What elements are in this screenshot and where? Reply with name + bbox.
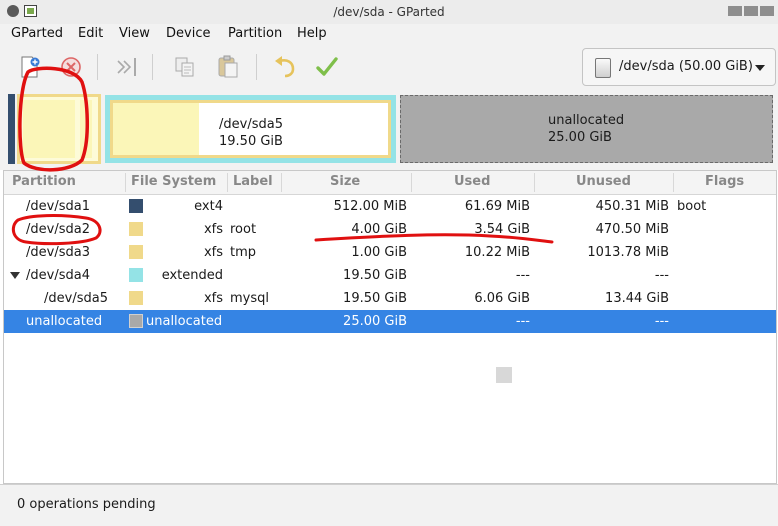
table-row-selected[interactable]: unallocated unallocated 25.00 GiB --- --…: [4, 310, 776, 333]
window-title: /dev/sda - GParted: [333, 5, 445, 19]
resize-move-icon[interactable]: [114, 54, 140, 80]
close-window-button[interactable]: [760, 6, 774, 16]
table-header: Partition File System Label Size Used Un…: [4, 171, 776, 195]
cell-used: ---: [515, 268, 530, 283]
cell-size: 512.00 MiB: [333, 199, 407, 214]
cell-used: 6.06 GiB: [474, 291, 530, 306]
cell-filesystem: xfs: [203, 245, 223, 260]
cell-partition: /dev/sda5: [44, 291, 108, 306]
apply-icon[interactable]: [314, 54, 340, 80]
minimize-button[interactable]: [728, 6, 742, 16]
menu-partition[interactable]: Partition: [228, 26, 282, 41]
table-row[interactable]: /dev/sda4 extended 19.50 GiB --- ---: [4, 264, 776, 287]
cell-unused: 13.44 GiB: [605, 291, 669, 306]
table-row[interactable]: /dev/sda3 xfs tmp 1.00 GiB 10.22 MiB 101…: [4, 241, 776, 264]
cell-unused: 470.50 MiB: [595, 222, 669, 237]
fs-color-swatch: [129, 199, 143, 213]
title-bar: /dev/sda - GParted: [0, 0, 778, 25]
fs-color-swatch: [129, 245, 143, 259]
menu-edit[interactable]: Edit: [78, 26, 103, 41]
disk-icon: [595, 58, 611, 78]
cell-unused: ---: [654, 314, 669, 329]
cell-label: mysql: [230, 291, 269, 306]
disk-map-sda5-name: /dev/sda5: [219, 117, 283, 132]
disk-map-unallocated[interactable]: unallocated 25.00 GiB: [400, 95, 773, 163]
device-selector[interactable]: /dev/sda (50.00 GiB): [582, 48, 776, 86]
fs-color-swatch: [129, 222, 143, 236]
menu-device[interactable]: Device: [166, 26, 210, 41]
menu-gparted[interactable]: GParted: [11, 26, 63, 41]
table-row[interactable]: /dev/sda5 xfs mysql 19.50 GiB 6.06 GiB 1…: [4, 287, 776, 310]
column-flags[interactable]: Flags: [705, 174, 744, 189]
maximize-button[interactable]: [744, 6, 758, 16]
fs-color-swatch: [129, 268, 143, 282]
operations-pending-text: 0 operations pending: [17, 497, 156, 512]
toolbar-separator: [152, 54, 153, 80]
column-file-system[interactable]: File System: [131, 174, 216, 189]
disk-map-sda1[interactable]: [8, 94, 15, 164]
cell-filesystem: unallocated: [146, 314, 223, 329]
disk-map-sda4-extended[interactable]: /dev/sda5 19.50 GiB: [105, 95, 396, 163]
menu-bar: GParted Edit View Device Partition Help: [0, 24, 778, 46]
disk-map-unallocated-name: unallocated: [548, 113, 625, 128]
cell-label: root: [230, 222, 257, 237]
cell-size: 19.50 GiB: [343, 268, 407, 283]
cell-size: 1.00 GiB: [351, 245, 407, 260]
cell-partition: /dev/sda4: [26, 268, 90, 283]
cell-partition: /dev/sda2: [26, 222, 90, 237]
column-size[interactable]: Size: [330, 174, 360, 189]
device-selector-label: /dev/sda (50.00 GiB): [619, 59, 753, 74]
partition-table: Partition File System Label Size Used Un…: [3, 170, 777, 484]
cell-used: 3.54 GiB: [474, 222, 530, 237]
cell-used: ---: [515, 314, 530, 329]
cell-unused: 450.31 MiB: [595, 199, 669, 214]
cell-filesystem: extended: [161, 268, 223, 283]
column-used[interactable]: Used: [454, 174, 490, 189]
chevron-down-icon: [755, 65, 765, 71]
disk-map-sda5[interactable]: /dev/sda5 19.50 GiB: [110, 100, 391, 158]
cell-size: 25.00 GiB: [343, 314, 407, 329]
cell-flags: boot: [677, 199, 707, 214]
expander-arrow-icon[interactable]: [10, 272, 20, 279]
cell-unused: 1013.78 MiB: [587, 245, 669, 260]
new-icon[interactable]: [17, 54, 43, 80]
cell-size: 4.00 GiB: [351, 222, 407, 237]
column-partition[interactable]: Partition: [12, 174, 76, 189]
disk-map-unallocated-size: 25.00 GiB: [548, 130, 612, 145]
cell-partition: unallocated: [26, 314, 103, 329]
fs-color-swatch: [129, 291, 143, 305]
fs-color-swatch: [129, 314, 143, 328]
cell-unused: ---: [654, 268, 669, 283]
undo-icon[interactable]: [272, 54, 298, 80]
toolbar-separator: [256, 54, 257, 80]
delete-icon[interactable]: [58, 54, 84, 80]
table-row[interactable]: /dev/sda1 ext4 512.00 MiB 61.69 MiB 450.…: [4, 195, 776, 218]
column-label[interactable]: Label: [233, 174, 273, 189]
cell-filesystem: xfs: [203, 222, 223, 237]
cell-size: 19.50 GiB: [343, 291, 407, 306]
menu-view[interactable]: View: [119, 26, 150, 41]
cell-partition: /dev/sda1: [26, 199, 90, 214]
toolbar-separator: [97, 54, 98, 80]
cell-used: 61.69 MiB: [464, 199, 530, 214]
cell-label: tmp: [230, 245, 257, 260]
drag-handle-icon[interactable]: [496, 367, 512, 383]
disk-map-sda2-sda3[interactable]: [17, 94, 101, 164]
cell-used: 10.22 MiB: [464, 245, 530, 260]
cell-filesystem: ext4: [194, 199, 223, 214]
status-bar: 0 operations pending: [0, 484, 778, 526]
copy-icon[interactable]: [172, 54, 198, 80]
cell-partition: /dev/sda3: [26, 245, 90, 260]
menu-help[interactable]: Help: [297, 26, 327, 41]
cell-filesystem: xfs: [203, 291, 223, 306]
disk-map-sda5-size: 19.50 GiB: [219, 134, 283, 149]
column-unused[interactable]: Unused: [576, 174, 631, 189]
paste-icon[interactable]: [215, 54, 241, 80]
table-row[interactable]: /dev/sda2 xfs root 4.00 GiB 3.54 GiB 470…: [4, 218, 776, 241]
disk-map: /dev/sda5 19.50 GiB unallocated 25.00 Gi…: [0, 90, 778, 170]
